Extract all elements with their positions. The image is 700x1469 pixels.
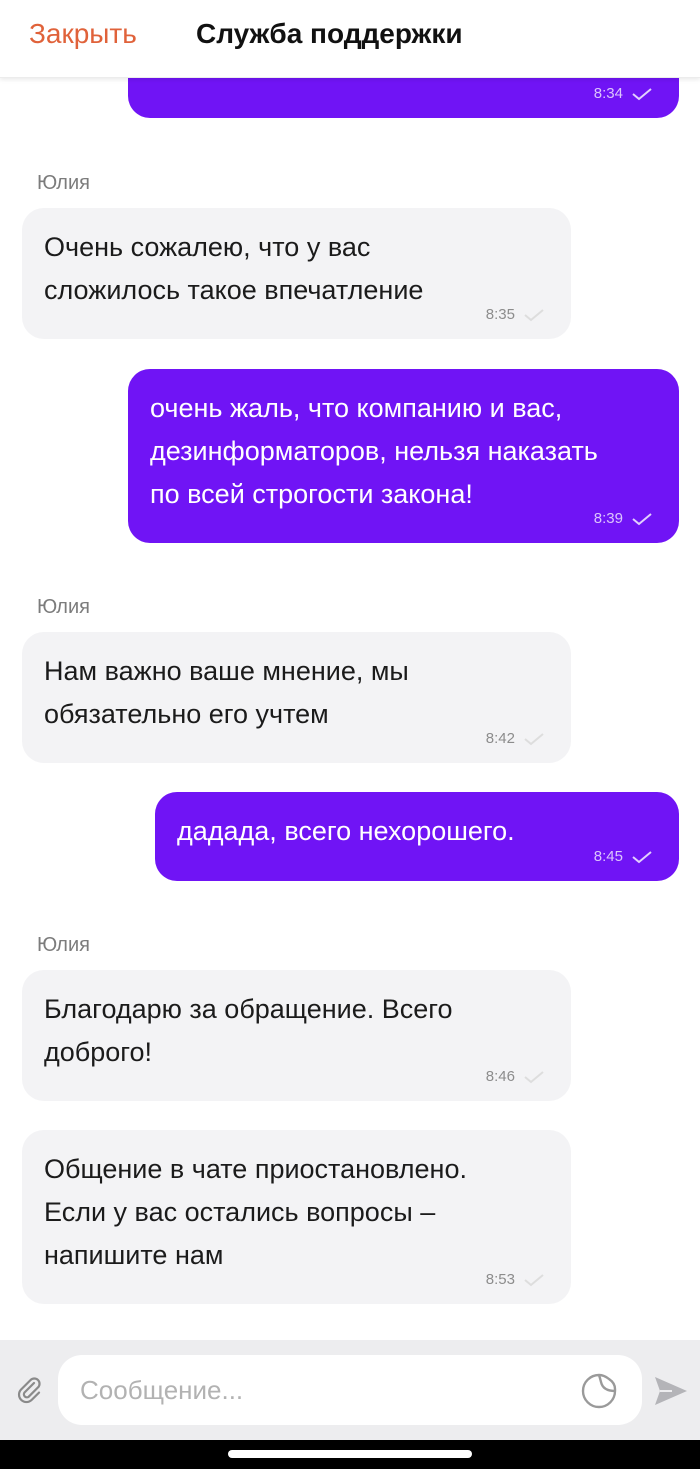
sender-name: Юлия xyxy=(37,596,90,618)
chat-screen: 8:34 Юлия Очень сожалею, что у вас сложи… xyxy=(0,0,700,1469)
outgoing-message[interactable]: очень жаль, что компанию и вас, дезинфор… xyxy=(128,369,679,543)
paperclip-icon[interactable] xyxy=(14,1374,44,1404)
sender-name: Юлия xyxy=(37,172,90,194)
check-icon xyxy=(524,732,544,745)
send-icon[interactable] xyxy=(652,1374,690,1408)
sticker-icon[interactable] xyxy=(580,1372,618,1410)
check-icon xyxy=(632,850,652,863)
check-icon xyxy=(632,87,652,100)
message-time: 8:45 xyxy=(593,848,623,865)
message-time: 8:42 xyxy=(485,730,515,747)
message-time: 8:34 xyxy=(593,85,623,102)
close-button[interactable]: Закрыть xyxy=(29,18,137,50)
message-list[interactable]: 8:34 Юлия Очень сожалею, что у вас сложи… xyxy=(0,0,700,1340)
message-meta: 8:53 xyxy=(486,1271,545,1288)
incoming-message[interactable]: Общение в чате приостановлено. Если у ва… xyxy=(22,1130,571,1304)
check-icon xyxy=(524,308,544,321)
message-input[interactable] xyxy=(80,1369,560,1411)
incoming-message[interactable]: Благодарю за обращение. Всего доброго! 8… xyxy=(22,970,571,1101)
outgoing-message[interactable]: дадада, всего нехорошего. 8:45 xyxy=(155,792,679,881)
message-time: 8:39 xyxy=(593,510,623,527)
page-title: Служба поддержки xyxy=(196,18,463,49)
message-time: 8:53 xyxy=(485,1271,515,1288)
message-text: Общение в чате приостановлено. Если у ва… xyxy=(44,1154,467,1270)
message-time: 8:35 xyxy=(485,306,515,323)
incoming-message[interactable]: Нам важно ваше мнение, мы обязательно ег… xyxy=(22,632,571,763)
home-indicator[interactable] xyxy=(228,1450,472,1458)
message-meta: 8:42 xyxy=(486,730,545,747)
message-meta: 8:46 xyxy=(486,1068,545,1085)
message-text: Очень сожалею, что у вас сложилось такое… xyxy=(44,232,424,305)
message-text: Благодарю за обращение. Всего доброго! xyxy=(44,994,453,1067)
top-bar: Закрыть Служба поддержки xyxy=(0,0,700,78)
message-meta: 8:35 xyxy=(486,306,545,323)
message-text: Нам важно ваше мнение, мы обязательно ег… xyxy=(44,656,409,729)
check-icon xyxy=(524,1273,544,1286)
message-meta: 8:45 xyxy=(594,848,653,865)
message-meta: 8:34 xyxy=(594,85,653,102)
message-input-container[interactable] xyxy=(58,1355,642,1425)
message-meta: 8:39 xyxy=(594,510,653,527)
message-time: 8:46 xyxy=(485,1068,515,1085)
sender-name: Юлия xyxy=(37,934,90,956)
check-icon xyxy=(632,512,652,525)
incoming-message[interactable]: Очень сожалею, что у вас сложилось такое… xyxy=(22,208,571,339)
message-text: очень жаль, что компанию и вас, дезинфор… xyxy=(150,393,598,509)
check-icon xyxy=(524,1070,544,1083)
message-text: дадада, всего нехорошего. xyxy=(177,816,515,846)
